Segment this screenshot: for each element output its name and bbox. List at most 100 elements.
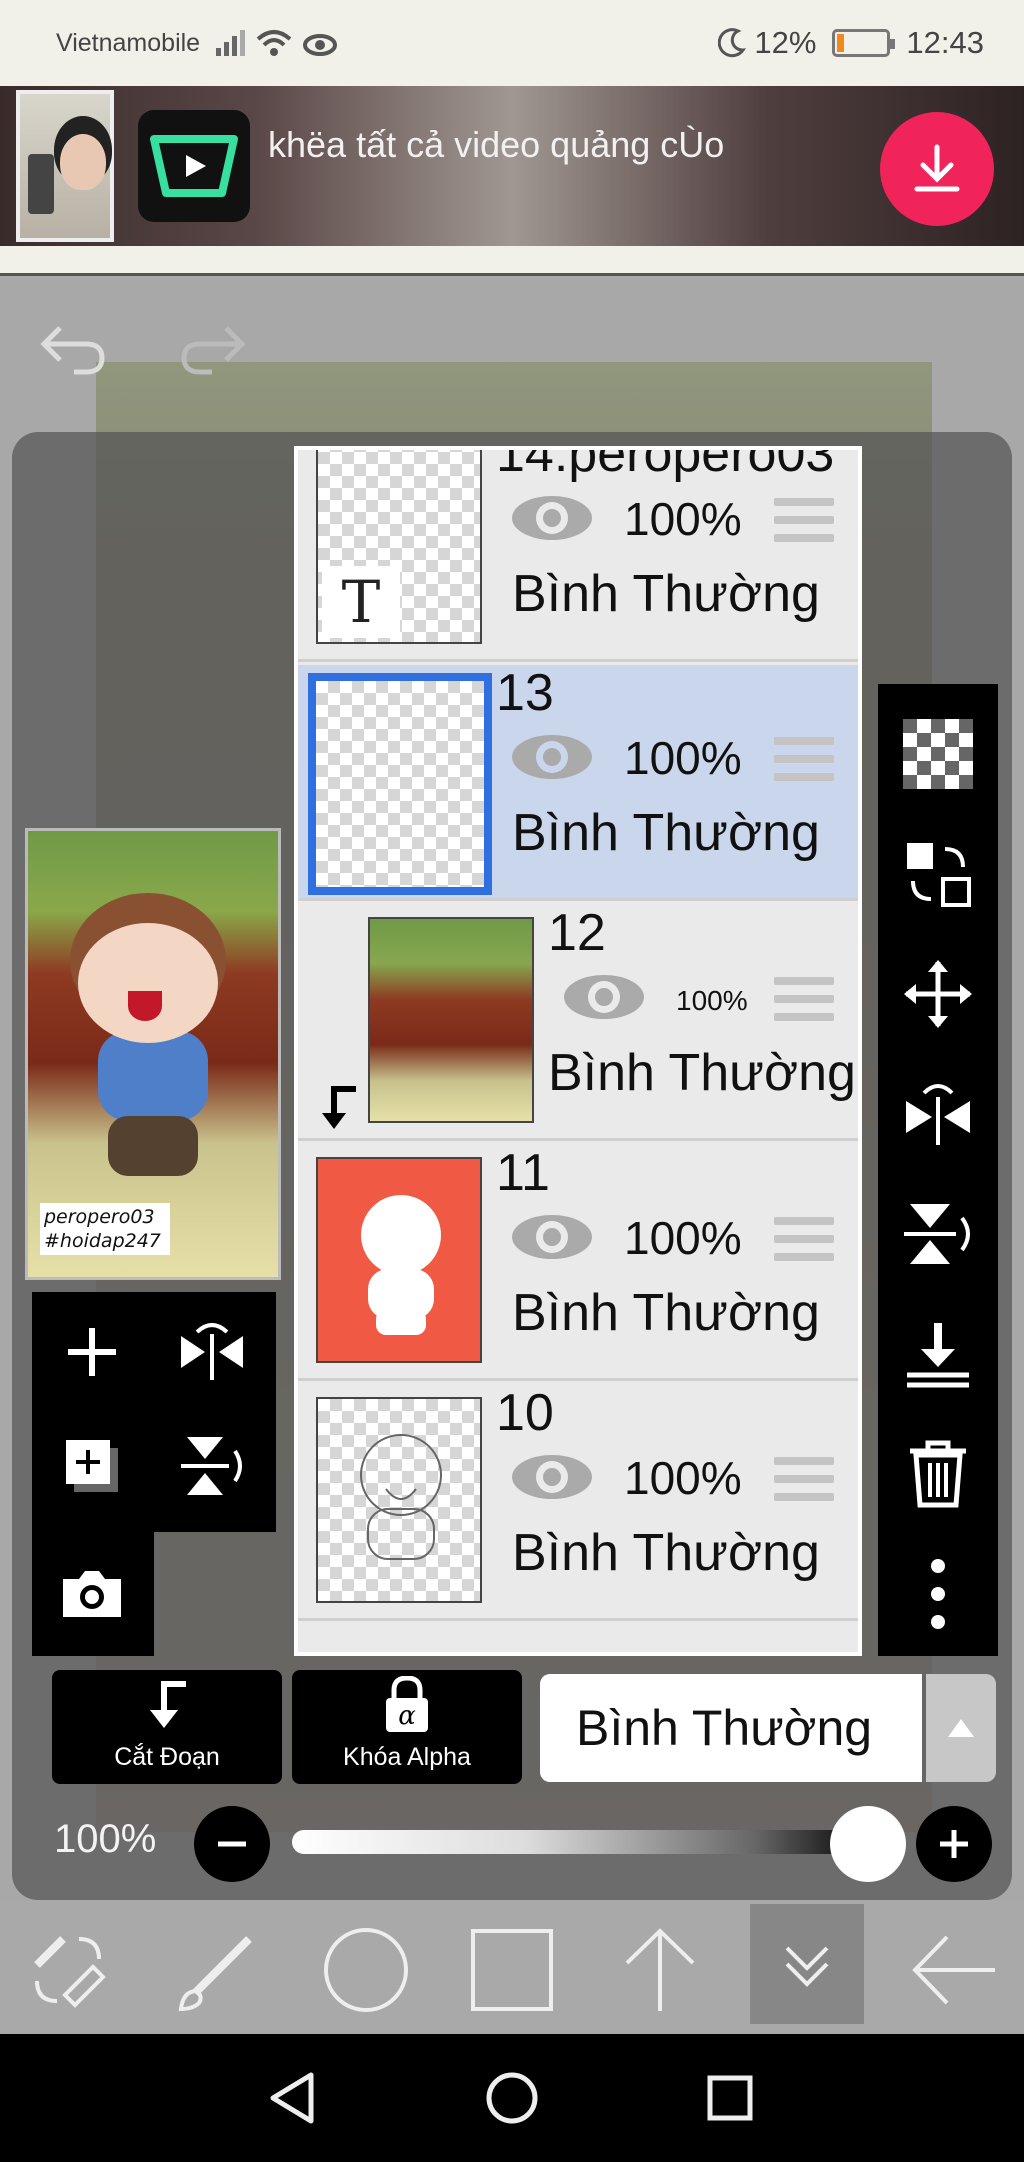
layer-name: 12	[548, 904, 606, 962]
visibility-eye-icon[interactable]	[560, 969, 648, 1025]
collapse-panel-button[interactable]	[750, 1904, 864, 2024]
clip-button[interactable]: Cắt Đoạn	[52, 1670, 282, 1784]
ad-thumbnail[interactable]	[16, 90, 114, 242]
clipping-arrow-icon	[322, 1086, 356, 1129]
caption-line-2: #hoidap247	[44, 1230, 161, 1252]
rotate-button[interactable]	[888, 1184, 988, 1284]
chevron-double-down-icon	[785, 1946, 829, 1987]
back-triangle-icon	[270, 2072, 314, 2124]
layer-thumbnail[interactable]	[316, 1397, 482, 1603]
ad-separator	[0, 246, 1024, 276]
alpha-lock-button[interactable]: α Khóa Alpha	[292, 1670, 522, 1784]
move-button[interactable]	[888, 944, 988, 1044]
ad-text: khëa tất cả video quảng cÙo	[268, 124, 725, 165]
drag-handle-icon[interactable]	[774, 498, 834, 548]
layer-blend-mode: Bình Thường	[548, 1044, 856, 1102]
ellipse-tool-button[interactable]	[318, 1922, 414, 2018]
drag-handle-icon[interactable]	[774, 977, 834, 1027]
layer-opacity: 100%	[624, 1212, 742, 1264]
canvas-preview[interactable]: peropero03 #hoidap247	[25, 828, 281, 1280]
layer-thumbnail[interactable]	[308, 673, 492, 895]
more-options-button[interactable]	[888, 1544, 988, 1644]
battery-fill	[837, 34, 844, 52]
opacity-value: 100%	[54, 1817, 157, 1861]
swap-icon	[907, 843, 971, 907]
layer-opacity: 100%	[624, 1452, 742, 1504]
layer-row[interactable]: 10 100% Bình Thường	[298, 1384, 858, 1621]
layer-row[interactable]: 11 100% Bình Thường	[298, 1144, 858, 1381]
merge-down-button[interactable]	[888, 1304, 988, 1404]
visibility-eye-icon[interactable]	[508, 1449, 596, 1505]
moon-icon	[718, 28, 747, 58]
select-tool-button[interactable]	[20, 1922, 116, 2018]
drag-handle-icon[interactable]	[774, 1217, 834, 1267]
circle-icon	[324, 1928, 408, 2012]
opacity-slider[interactable]	[292, 1830, 872, 1854]
rectangle-tool-button[interactable]	[464, 1922, 560, 2018]
blend-mode-dropdown-button[interactable]	[926, 1674, 996, 1782]
move-icon	[904, 960, 972, 1028]
arrow-left-icon	[912, 1935, 995, 2005]
trash-icon	[910, 1440, 966, 1508]
brush-tool-button[interactable]	[170, 1922, 266, 2018]
layer-name: 13	[496, 664, 554, 722]
back-arrow-button[interactable]	[906, 1922, 1002, 2018]
nav-back-button[interactable]	[252, 2058, 332, 2138]
blend-mode-select[interactable]: Bình Thường	[540, 1674, 922, 1782]
arrow-up-button[interactable]	[612, 1922, 708, 2018]
text-layer-icon: T	[322, 566, 400, 638]
layer-row-selected[interactable]: 13 100% Bình Thường	[298, 664, 858, 901]
layer-blend-mode: Bình Thường	[512, 804, 820, 862]
lock-icon: α	[386, 1676, 428, 1732]
swap-layer-button[interactable]	[888, 824, 988, 924]
rotate-icon	[904, 1204, 970, 1264]
flip-horizontal-button[interactable]	[162, 1302, 262, 1402]
layers-list[interactable]: T 14:peropero03 100% Bình Thường 13 100%…	[294, 446, 862, 1656]
recents-square-icon	[707, 2075, 753, 2121]
duplicate-layer-button[interactable]	[42, 1416, 142, 1516]
add-layer-button[interactable]	[42, 1302, 142, 1402]
visibility-eye-icon[interactable]	[508, 490, 596, 546]
signal-icon	[216, 30, 246, 56]
lineart-shape	[360, 1434, 442, 1560]
arrow-up-icon	[625, 1928, 695, 2011]
layer-thumbnail[interactable]	[316, 1157, 482, 1363]
visibility-eye-icon[interactable]	[508, 1209, 596, 1265]
layer-thumbnail[interactable]	[368, 917, 534, 1123]
battery-percent: 12%	[754, 25, 817, 60]
nav-recents-button[interactable]	[690, 2058, 770, 2138]
layer-name: 14:peropero03	[496, 446, 835, 483]
ad-app-logo[interactable]	[138, 110, 250, 222]
camera-button[interactable]	[42, 1544, 142, 1644]
opacity-decrease-button[interactable]	[194, 1806, 270, 1882]
brush-icon	[178, 1936, 252, 2012]
home-circle-icon	[486, 2072, 538, 2124]
drag-handle-icon[interactable]	[774, 737, 834, 787]
system-nav-bar	[0, 2034, 1024, 2162]
layer-row[interactable]: T 14:peropero03 100% Bình Thường	[298, 446, 858, 662]
add-layer-icon	[68, 1328, 116, 1376]
left-layer-tools	[32, 1292, 276, 1656]
flip-vertical-button[interactable]	[162, 1416, 262, 1516]
delete-layer-button[interactable]	[888, 1424, 988, 1524]
layer-row[interactable]: 12 100% Bình Thường	[298, 904, 858, 1141]
opacity-increase-button[interactable]	[916, 1806, 992, 1882]
layer-thumbnail[interactable]: T	[316, 450, 482, 644]
undo-icon[interactable]	[38, 318, 108, 378]
download-button[interactable]	[880, 112, 994, 226]
silhouette-shape	[361, 1195, 441, 1335]
mirror-button[interactable]	[888, 1064, 988, 1164]
ad-banner[interactable]: khëa tất cả video quảng cÙo	[0, 86, 1024, 246]
triangle-up-icon	[948, 1719, 974, 1737]
visibility-eye-icon[interactable]	[508, 729, 596, 785]
transparent-fill-button[interactable]	[888, 704, 988, 804]
redo-icon[interactable]	[178, 318, 248, 378]
drag-handle-icon[interactable]	[774, 1457, 834, 1507]
opacity-slider-knob[interactable]	[830, 1806, 906, 1882]
layer-opacity: 100%	[676, 985, 748, 1016]
layer-name: 10	[496, 1384, 554, 1442]
mirror-icon	[906, 1084, 970, 1145]
eye-comfort-icon	[303, 34, 338, 56]
layer-opacity: 100%	[624, 732, 742, 784]
nav-home-button[interactable]	[472, 2058, 552, 2138]
